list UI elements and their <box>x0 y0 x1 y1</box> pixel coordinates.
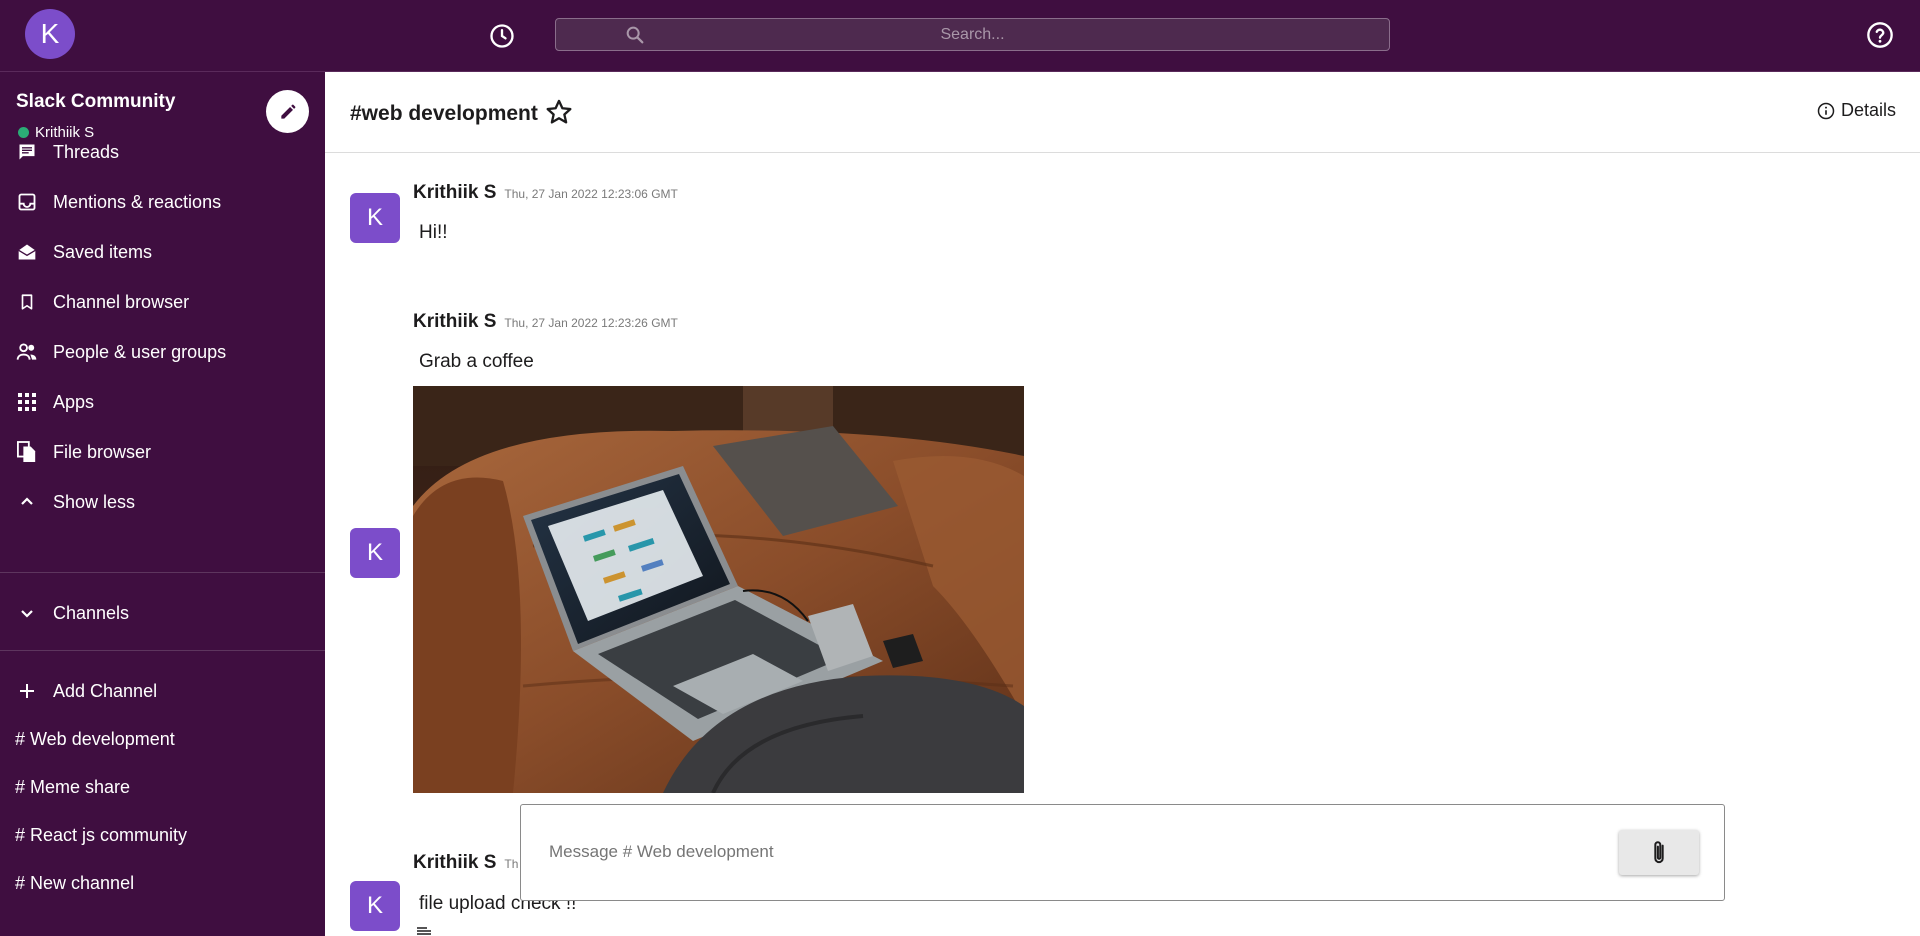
message-timestamp: Thu, 27 Jan 2022 12:23:26 GMT <box>504 316 678 330</box>
channel-header: #web development Details <box>325 72 1920 153</box>
sidebar-item-threads[interactable]: Threads <box>0 130 325 174</box>
message-author[interactable]: Krithiik S <box>413 852 496 873</box>
add-channel-label: Add Channel <box>53 680 158 701</box>
channel-title[interactable]: #web development <box>350 102 538 126</box>
laptop-on-couch-photo <box>413 386 1024 793</box>
details-label: Details <box>1840 100 1896 120</box>
workspace-name[interactable]: Slack Community <box>16 91 175 113</box>
file-icon[interactable] <box>415 927 433 936</box>
sidebar-divider <box>0 572 325 573</box>
message-timestamp: Th <box>504 857 519 871</box>
threads-icon <box>16 141 38 163</box>
attach-file-button[interactable] <box>1619 830 1699 875</box>
sidebar-item-apps[interactable]: Apps <box>0 380 325 424</box>
sidebar: Slack Community Krithiik S Threads Menti… <box>0 72 325 936</box>
search-placeholder: Search... <box>940 26 1005 43</box>
sidebar-item-label: Mentions & reactions <box>53 191 222 212</box>
plus-icon <box>16 680 38 702</box>
paperclip-icon <box>1654 840 1664 863</box>
apps-grid-icon <box>16 391 38 413</box>
user-avatar[interactable]: K <box>25 9 75 59</box>
search-bar[interactable]: Search... <box>555 18 1390 51</box>
message-header: Krithiik S Thu, 27 Jan 2022 12:23:26 GMT <box>413 311 678 333</box>
add-channel-button[interactable]: Add Channel <box>0 669 325 713</box>
inbox-icon <box>16 191 38 213</box>
message-header: Krithiik S Thu, 27 Jan 2022 12:23:06 GMT <box>413 182 678 204</box>
file-copy-icon <box>16 441 38 463</box>
sidebar-item-saved-items[interactable]: Saved items <box>0 230 325 274</box>
sidebar-item-label: Apps <box>53 391 95 412</box>
channels-section-label: Channels <box>53 602 130 623</box>
sidebar-item-label: Saved items <box>53 241 153 262</box>
channel-item-web-development[interactable]: # Web development <box>15 729 175 750</box>
message-author[interactable]: Krithiik S <box>413 182 496 203</box>
history-icon[interactable] <box>488 22 516 50</box>
channel-item-new-channel[interactable]: # New channel <box>15 873 134 894</box>
sidebar-item-label: File browser <box>53 441 152 462</box>
sidebar-item-people[interactable]: People & user groups <box>0 330 325 374</box>
channels-section-toggle[interactable]: Channels <box>0 591 325 635</box>
top-bar: K Search... <box>0 0 1920 72</box>
sidebar-item-label: Channel browser <box>53 291 190 312</box>
message-header: Krithiik S Th <box>413 852 518 874</box>
message-timestamp: Thu, 27 Jan 2022 12:23:06 GMT <box>504 187 678 201</box>
sidebar-item-show-less[interactable]: Show less <box>0 480 325 524</box>
info-icon <box>1817 102 1835 119</box>
pencil-icon <box>280 104 295 119</box>
message-composer <box>520 804 1725 901</box>
sidebar-item-label: Threads <box>53 141 120 162</box>
new-message-button[interactable] <box>266 90 309 133</box>
message-text: Grab a coffee <box>419 351 534 372</box>
sidebar-item-mentions[interactable]: Mentions & reactions <box>0 180 325 224</box>
help-icon[interactable] <box>1866 21 1894 49</box>
sidebar-item-channel-browser[interactable]: Channel browser <box>0 280 325 324</box>
star-icon[interactable] <box>545 98 573 126</box>
channel-item-meme-share[interactable]: # Meme share <box>15 777 130 798</box>
sidebar-divider <box>0 650 325 651</box>
bookmark-icon <box>16 291 38 313</box>
message-image-attachment[interactable] <box>413 386 1024 793</box>
sidebar-item-label: People & user groups <box>53 341 227 362</box>
avatar[interactable]: K <box>350 193 400 243</box>
drafts-icon <box>16 241 38 263</box>
message-input[interactable] <box>549 842 1349 862</box>
avatar[interactable]: K <box>350 881 400 931</box>
chevron-down-icon <box>16 602 38 624</box>
details-button[interactable]: Details <box>1817 100 1896 121</box>
sidebar-item-file-browser[interactable]: File browser <box>0 430 325 474</box>
avatar[interactable]: K <box>350 528 400 578</box>
message-text: Hi!! <box>419 222 448 243</box>
sidebar-item-label: Show less <box>53 491 136 512</box>
channel-item-react-js-community[interactable]: # React js community <box>15 825 187 846</box>
chevron-up-icon <box>16 491 38 513</box>
message-author[interactable]: Krithiik S <box>413 311 496 332</box>
people-icon <box>16 341 38 363</box>
